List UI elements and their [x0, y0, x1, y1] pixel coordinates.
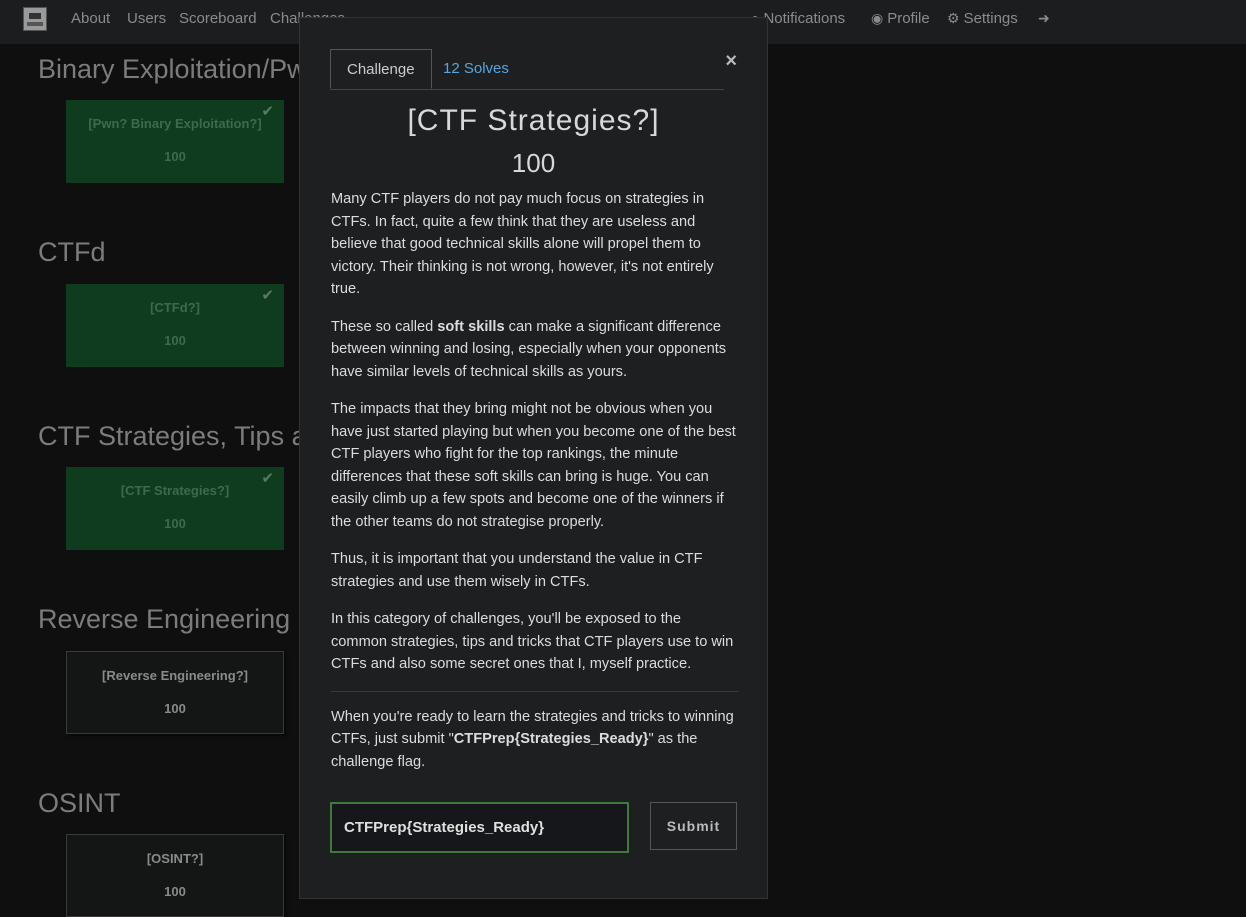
- submit-button[interactable]: Submit: [650, 802, 737, 850]
- description-paragraph: When you're ready to learn the strategie…: [331, 706, 739, 774]
- challenge-value: 100: [164, 333, 186, 348]
- nav-profile[interactable]: ◉ Profile: [871, 10, 930, 27]
- challenge-card[interactable]: [OSINT?] 100: [66, 834, 284, 917]
- challenge-card[interactable]: ✔ [CTFd?] 100: [66, 284, 284, 367]
- challenge-value: 100: [164, 884, 186, 899]
- category-title: Binary Exploitation/Pwn: [38, 54, 322, 84]
- nav-scoreboard[interactable]: Scoreboard: [179, 10, 257, 27]
- challenge-description: Many CTF players do not pay much focus o…: [331, 188, 739, 788]
- challenge-title: [CTF Strategies?]: [407, 104, 660, 137]
- challenge-points: 100: [511, 148, 556, 178]
- nav-about[interactable]: About: [71, 10, 110, 27]
- tab-solves[interactable]: 12 Solves: [427, 49, 525, 89]
- nav-profile-label: Profile: [887, 10, 930, 27]
- challenge-card[interactable]: ✔ [Pwn? Binary Exploitation?] 100: [66, 100, 284, 183]
- logout-button[interactable]: ➜: [1038, 10, 1054, 27]
- description-paragraph: Many CTF players do not pay much focus o…: [331, 191, 714, 297]
- category-title: OSINT: [38, 788, 121, 818]
- challenge-card[interactable]: ✔ [CTF Strategies?] 100: [66, 467, 284, 550]
- challenge-name: [CTF Strategies?]: [120, 483, 230, 498]
- category-title: CTFd: [38, 237, 106, 267]
- challenge-value: 100: [164, 149, 186, 164]
- nav-settings[interactable]: ⚙ Settings: [947, 10, 1018, 27]
- challenge-modal: Challenge 12 Solves × [CTF Strategies?] …: [299, 17, 768, 899]
- nav-settings-label: Settings: [963, 10, 1018, 27]
- challenge-name: [Pwn? Binary Exploitation?]: [88, 116, 262, 131]
- nav-notifications-label: Notifications: [763, 10, 846, 27]
- description-paragraph: Thus, it is important that you understan…: [331, 551, 703, 590]
- challenge-value: 100: [164, 701, 186, 716]
- user-circle-icon: ◉: [871, 10, 884, 26]
- gears-icon: ⚙: [947, 10, 960, 26]
- text: These so called: [331, 318, 438, 335]
- nav-users[interactable]: Users: [127, 10, 166, 27]
- ctfd-logo[interactable]: [23, 7, 47, 31]
- divider: [331, 690, 739, 692]
- category-title: Reverse Engineering: [38, 604, 291, 634]
- challenge-name: [Reverse Engineering?]: [102, 668, 248, 683]
- flag-input[interactable]: [330, 802, 629, 853]
- challenge-card[interactable]: [Reverse Engineering?] 100: [66, 651, 284, 734]
- description-paragraph: In this category of challenges, you'll b…: [331, 611, 734, 672]
- bold-text: soft skills: [437, 318, 505, 335]
- tab-challenge[interactable]: Challenge: [330, 49, 432, 89]
- description-paragraph: These so called soft skills can make a s…: [331, 316, 739, 384]
- close-icon[interactable]: ×: [725, 50, 737, 73]
- bold-text: CTFPrep{Strategies_Ready}: [453, 731, 649, 747]
- sign-out-icon: ➜: [1038, 10, 1050, 26]
- description-paragraph: The impacts that they bring might not be…: [331, 401, 736, 530]
- modal-tabs: Challenge 12 Solves: [330, 49, 724, 90]
- challenge-name: [OSINT?]: [146, 851, 204, 866]
- challenge-value: 100: [164, 516, 186, 531]
- challenge-name: [CTFd?]: [150, 300, 200, 315]
